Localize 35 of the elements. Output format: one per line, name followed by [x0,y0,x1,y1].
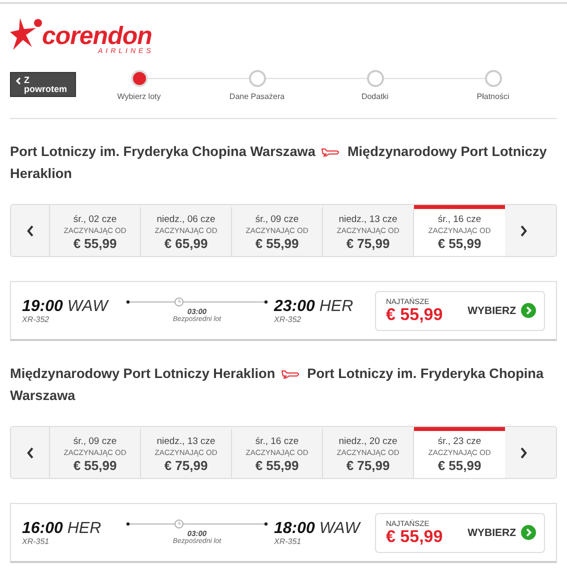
price: € 55,99 [386,528,443,546]
plane-icon [321,147,342,157]
arrow-right-icon [521,525,536,540]
logo-wordmark: corendon [42,24,152,48]
next-chevron-icon[interactable] [520,446,528,458]
plane-icon [281,369,302,379]
chevron-left-icon [15,77,21,85]
flight-number: XR-351 [22,536,50,546]
arrival-time: 18:00 WAW [274,520,362,536]
step-label: Płatności [476,92,510,101]
route-line-icon [126,297,268,307]
route-destination: Heraklion [10,166,72,181]
next-chevron-icon[interactable] [520,224,528,236]
route-origin: Międzynarodowy Port Lotniczy Heraklion [10,366,276,381]
back-button[interactable]: Z powrotem [10,72,76,97]
flight-number: XR-352 [274,314,302,324]
previous-chevron-icon[interactable] [26,446,34,458]
step-label: Wybierz loty [117,92,161,101]
step-label: Dane Pasażera [229,92,285,101]
arrival-time: 23:00 HER [274,298,354,314]
departure-time: 16:00 HER [22,520,102,536]
flight-number: XR-351 [274,536,302,546]
previous-chevron-icon[interactable] [26,224,34,236]
departure-time: 19:00 WAW [22,298,110,314]
route-line-icon [126,519,268,529]
price: € 55,99 [386,306,443,324]
select-button[interactable]: WYBIERZ [468,303,536,318]
step-label: Dodatki [361,92,389,101]
flight-number: XR-352 [22,314,50,324]
arrow-right-icon [521,303,536,318]
route-origin: Port Lotniczy im. Fryderyka Chopina Warszawa [10,144,316,159]
route-destination: Warszawa [10,388,76,403]
route-destination: Międzynarodowy Port Lotniczy [347,144,547,159]
route-destination: Port Lotniczy im. Fryderyka Chopina [307,366,544,381]
select-button[interactable]: WYBIERZ [468,525,536,540]
